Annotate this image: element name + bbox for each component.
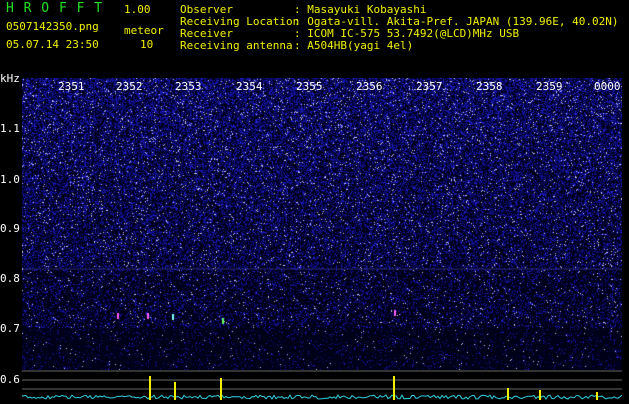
x-tick-2354: 2354 [236, 80, 263, 93]
x-tick-2359: 2359 [536, 80, 563, 93]
spectrogram-panel [22, 78, 622, 370]
x-tick-2352: 2352 [116, 80, 143, 93]
antenna-value: : A504HB(yagi 4el) [294, 39, 414, 52]
y-tick-0.8: 0.8 [0, 272, 20, 285]
x-tick-2357: 2357 [416, 80, 443, 93]
x-tick-2351: 2351 [58, 80, 85, 93]
spectrogram-canvas [22, 78, 622, 370]
noise-trace-line [21, 394, 623, 400]
signal-strength-panel [21, 370, 623, 400]
signal-strength-graph [21, 370, 623, 400]
file-name: 0507142350.png [6, 20, 99, 33]
x-tick-2355: 2355 [296, 80, 323, 93]
app-version: 1.00 [124, 3, 151, 16]
y-tick-1.1: 1.1 [0, 122, 20, 135]
y-axis-unit: kHz [0, 72, 20, 85]
x-tick-0000: 0000 [594, 80, 621, 93]
y-tick-0.7: 0.7 [0, 322, 20, 335]
y-tick-0.6: 0.6 [0, 373, 20, 386]
x-tick-2353: 2353 [175, 80, 202, 93]
x-tick-2358: 2358 [476, 80, 503, 93]
antenna-label: Receiving antenna [180, 39, 293, 52]
observation-datetime: 05.07.14 23:50 [6, 38, 99, 51]
y-tick-0.9: 0.9 [0, 222, 20, 235]
meteor-label: meteor [124, 24, 164, 37]
app-title: H R O F F T [6, 1, 104, 16]
meteor-count: 10 [140, 38, 154, 51]
x-tick-2356: 2356 [356, 80, 383, 93]
y-tick-1.0: 1.0 [0, 173, 20, 186]
noise-trace [21, 394, 623, 400]
